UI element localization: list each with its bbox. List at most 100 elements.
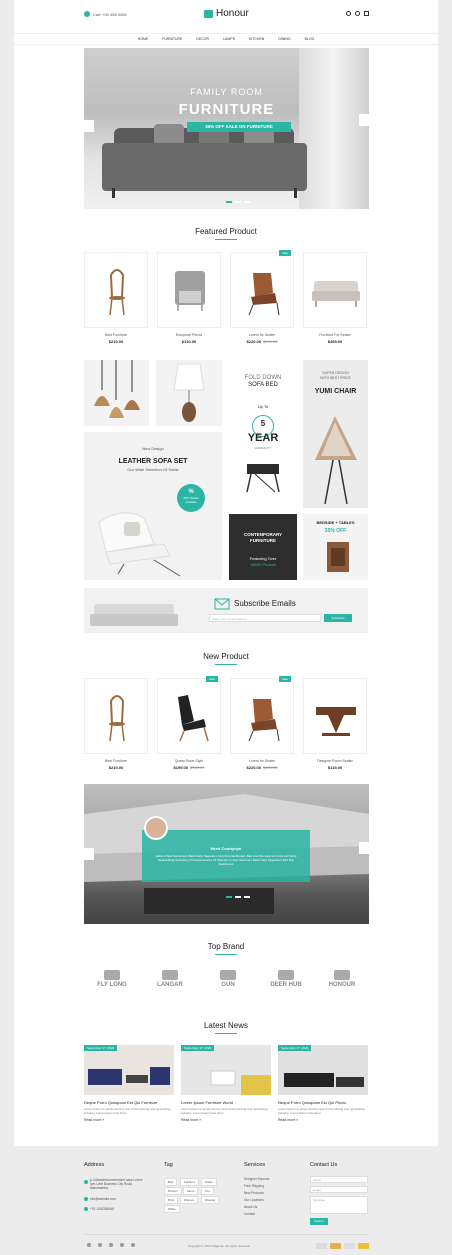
tag-item[interactable]: Top [201, 1187, 214, 1195]
product-name[interactable]: Furniture For Seater [303, 333, 367, 337]
read-more-link[interactable]: Read more » [181, 1118, 271, 1122]
product-card[interactable]: Sale Lorem for Seater $220.00 $450.00 [230, 250, 294, 344]
news-card[interactable]: September 17, 2020 Neque Porro Quisquam … [278, 1045, 368, 1122]
nav-lamps[interactable]: Lamps [223, 37, 235, 41]
product-name[interactable]: Best Furniture [84, 333, 148, 337]
pinterest-icon[interactable] [131, 1243, 135, 1247]
search-icon[interactable] [346, 11, 351, 16]
slider-dot[interactable] [226, 896, 232, 898]
product-image[interactable] [157, 252, 221, 328]
contact-submit-button[interactable]: Submit [310, 1218, 328, 1225]
product-card[interactable]: Best Furniture $210.00 [84, 678, 148, 770]
next-arrow-icon[interactable] [359, 114, 369, 126]
nav-dining[interactable]: Dining [278, 37, 290, 41]
nav-decor[interactable]: Decor [196, 37, 209, 41]
news-card[interactable]: September 17, 2020 Deque Porro Quisquam … [84, 1045, 174, 1122]
news-image[interactable]: September 17, 2020 [278, 1045, 368, 1095]
service-link[interactable]: About Us [244, 1205, 257, 1209]
service-link[interactable]: New Products [244, 1191, 264, 1195]
linkedin-icon[interactable] [109, 1243, 113, 1247]
site-logo[interactable]: Honour [204, 8, 249, 19]
product-image[interactable]: Sale [157, 676, 221, 754]
tag-item[interactable]: Sofas [201, 1178, 217, 1186]
nav-home[interactable]: Home [138, 37, 149, 41]
slider-dot[interactable] [244, 896, 250, 898]
news-title[interactable]: Deque Porro Quisquam Est Qui Furniture [84, 1100, 174, 1105]
twitter-icon[interactable] [98, 1243, 102, 1247]
product-name[interactable]: European Period [157, 333, 221, 337]
read-more-link[interactable]: Read more » [84, 1118, 174, 1122]
table-lamp-banner[interactable] [156, 360, 222, 426]
tag-item[interactable]: Fashion [180, 1178, 199, 1186]
prev-arrow-icon[interactable] [84, 848, 94, 860]
product-card[interactable]: Designer Room Seater $119.00 [303, 678, 367, 770]
service-link[interactable]: Free Shipping [244, 1184, 264, 1188]
subscribe-email-input[interactable]: Enter Your Email Address [209, 614, 321, 622]
service-link[interactable]: Designer Sources [244, 1177, 269, 1181]
brand-logo[interactable]: DEER HUB [260, 970, 312, 1000]
nav-kitchen[interactable]: Kitchen [249, 37, 264, 41]
footer-email[interactable]: info@website.com [90, 1197, 116, 1201]
product-name[interactable]: Designer Room Seater [303, 759, 367, 763]
brand-logo[interactable]: HONOUR [316, 970, 368, 1000]
slider-dot[interactable] [226, 201, 232, 203]
tag-item[interactable]: Perfect [164, 1187, 182, 1195]
brand-logo[interactable]: GUN [202, 970, 254, 1000]
product-card[interactable]: Furniture For Seater $499.00 [303, 252, 367, 344]
tag-item[interactable]: Women [180, 1196, 199, 1204]
tag-item[interactable]: White [164, 1205, 180, 1213]
next-arrow-icon[interactable] [359, 842, 369, 854]
prev-arrow-icon[interactable] [84, 120, 94, 132]
tag-item[interactable]: Bed [164, 1178, 178, 1186]
contact-name-input[interactable]: Name [310, 1176, 368, 1183]
user-icon[interactable] [355, 11, 360, 16]
product-image[interactable] [84, 678, 148, 754]
contact-message-input[interactable]: Message [310, 1196, 368, 1214]
cart-icon[interactable] [364, 11, 369, 16]
nav-blog[interactable]: Blog [305, 37, 315, 41]
contact-email-input[interactable]: Email [310, 1186, 368, 1193]
product-name[interactable]: Best Furniture [84, 759, 148, 763]
slider-dot[interactable] [235, 201, 241, 203]
news-image[interactable]: September 17, 2020 [181, 1045, 271, 1095]
nav-furniture[interactable]: Furniture [162, 37, 182, 41]
product-card[interactable]: European Period $120.00 [157, 252, 221, 344]
slider-dot[interactable] [244, 201, 250, 203]
product-name[interactable]: Lorem for Seater [230, 759, 294, 763]
yumi-chair-banner[interactable]: SUPER DESIGN WITH BEST PRICE YUMI CHAIR [303, 360, 368, 508]
product-card[interactable]: Best Furniture $210.00 [84, 252, 148, 344]
tag-item[interactable]: Wooder [201, 1196, 220, 1204]
product-image[interactable] [303, 252, 367, 328]
product-image[interactable]: Sale [230, 250, 294, 328]
leather-sofa-banner[interactable]: New Design LEATHER SOFA SET Our Wide Sel… [84, 432, 222, 580]
service-link[interactable]: Contact [244, 1212, 255, 1216]
bedside-banner[interactable]: BEDSIDE + TABLES 35% OFF [303, 514, 368, 580]
product-price: $220.00 $450.00 [230, 339, 294, 344]
tag-item[interactable]: Print [164, 1196, 179, 1204]
product-card[interactable]: Sale Lorem for Seater $220.00 $450.00 [230, 676, 294, 770]
product-name[interactable]: Queen Bone Style [157, 759, 221, 763]
product-image[interactable]: Sale [230, 676, 294, 754]
product-card[interactable]: Sale Queen Bone Style $199.00 $330.00 [157, 676, 221, 770]
news-card[interactable]: September 17, 2020 Lorem Ipsum Furniture… [181, 1045, 271, 1122]
subscribe-button[interactable]: Subscribe [324, 614, 352, 622]
slider-dot[interactable] [235, 896, 241, 898]
facebook-icon[interactable] [87, 1243, 91, 1247]
news-title[interactable]: Lorem Ipsum Furniture World [181, 1100, 271, 1105]
product-image[interactable] [84, 252, 148, 328]
header-icons [346, 11, 369, 16]
product-name[interactable]: Lorem for Seater [230, 333, 294, 337]
service-link[interactable]: Our Locations [244, 1198, 264, 1202]
tag-item[interactable]: Mens [183, 1187, 199, 1195]
black-lounge-chair-icon [178, 695, 209, 742]
fold-down-banner[interactable]: FOLD DOWN SOFA BED Up To 5 YEAR WARRANTY [229, 360, 297, 508]
read-more-link[interactable]: Read more » [278, 1118, 368, 1122]
product-image[interactable] [303, 678, 367, 754]
news-title[interactable]: Neque Porro Quisquam Est Qui Photo [278, 1100, 368, 1105]
brand-logo[interactable]: LANGAR [144, 970, 196, 1000]
news-image[interactable]: September 17, 2020 [84, 1045, 174, 1095]
brand-logo[interactable]: FLY LONG [86, 970, 138, 1000]
pendant-lamps-banner[interactable] [84, 360, 149, 426]
rss-icon[interactable] [120, 1243, 124, 1247]
contemporary-banner[interactable]: CONTENPORARY FURNITURE Featuring Over 16… [229, 514, 297, 580]
